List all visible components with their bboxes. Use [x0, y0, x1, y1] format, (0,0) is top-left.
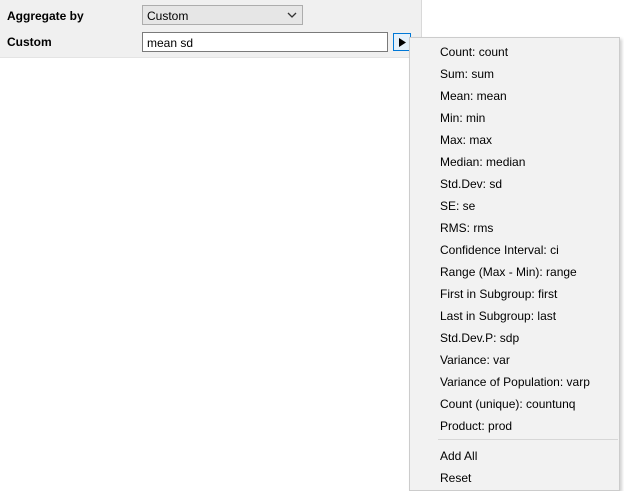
- menu-item-min[interactable]: Min: min: [410, 107, 619, 129]
- menu-item-mean[interactable]: Mean: mean: [410, 85, 619, 107]
- menu-item-se[interactable]: SE: se: [410, 195, 619, 217]
- menu-item-std-dev-p[interactable]: Std.Dev.P: sdp: [410, 327, 619, 349]
- menu-item-median[interactable]: Median: median: [410, 151, 619, 173]
- menu-item-max[interactable]: Max: max: [410, 129, 619, 151]
- menu-separator: [438, 439, 618, 440]
- custom-label: Custom: [7, 35, 52, 49]
- settings-panel: Aggregate by Custom Custom mean sd: [0, 0, 422, 58]
- menu-item-range[interactable]: Range (Max - Min): range: [410, 261, 619, 283]
- menu-item-confidence-interval[interactable]: Confidence Interval: ci: [410, 239, 619, 261]
- aggregate-by-value: Custom: [147, 9, 189, 23]
- menu-item-sum[interactable]: Sum: sum: [410, 63, 619, 85]
- custom-input-value: mean sd: [147, 36, 194, 50]
- menu-item-rms[interactable]: RMS: rms: [410, 217, 619, 239]
- play-arrow-icon: [399, 38, 406, 47]
- menu-item-count-unique[interactable]: Count (unique): countunq: [410, 393, 619, 415]
- aggregate-by-dropdown[interactable]: Custom: [142, 5, 303, 25]
- chevron-down-icon: [287, 12, 297, 18]
- menu-item-std-dev[interactable]: Std.Dev: sd: [410, 173, 619, 195]
- menu-item-count[interactable]: Count: count: [410, 41, 619, 63]
- menu-item-variance[interactable]: Variance: var: [410, 349, 619, 371]
- menu-item-reset[interactable]: Reset: [410, 467, 619, 489]
- menu-item-first-in-subgroup[interactable]: First in Subgroup: first: [410, 283, 619, 305]
- aggregate-by-label: Aggregate by: [7, 9, 84, 23]
- function-context-menu: Count: count Sum: sum Mean: mean Min: mi…: [409, 37, 620, 491]
- menu-item-product[interactable]: Product: prod: [410, 415, 619, 437]
- menu-item-last-in-subgroup[interactable]: Last in Subgroup: last: [410, 305, 619, 327]
- menu-item-add-all[interactable]: Add All: [410, 445, 619, 467]
- menu-item-variance-of-population[interactable]: Variance of Population: varp: [410, 371, 619, 393]
- custom-input[interactable]: mean sd: [142, 32, 388, 52]
